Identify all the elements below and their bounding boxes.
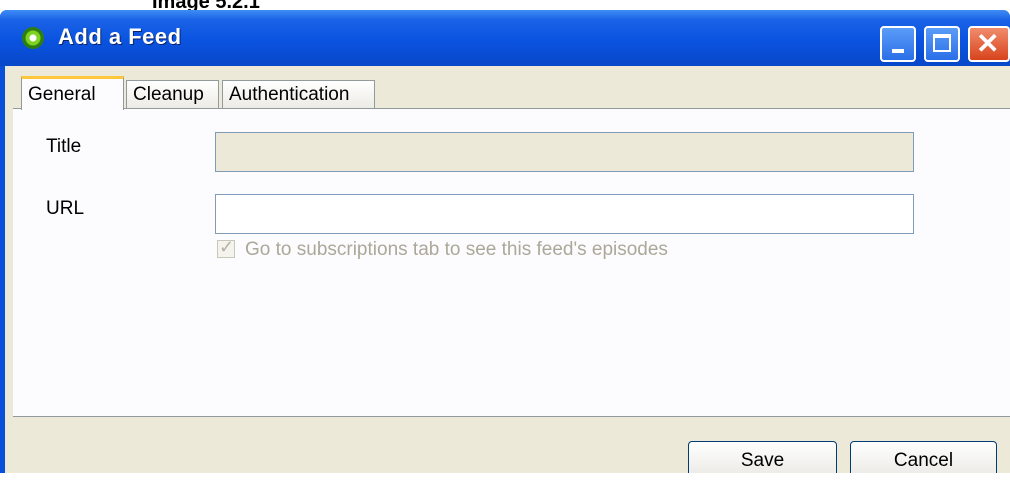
maximize-button[interactable] xyxy=(924,26,960,62)
tab-general[interactable]: General xyxy=(21,76,124,110)
minimize-button[interactable] xyxy=(880,26,916,62)
window-title: Add a Feed xyxy=(58,24,182,49)
checkmark-icon: ✓ xyxy=(219,237,235,257)
subscriptions-checkbox[interactable]: ✓ xyxy=(217,237,235,258)
dialog-body: General Cleanup Authentication Title URL… xyxy=(5,66,1010,473)
url-field[interactable] xyxy=(215,194,914,234)
tab-authentication[interactable]: Authentication xyxy=(222,80,375,108)
maximize-icon xyxy=(933,34,951,52)
close-icon: ✕ xyxy=(976,28,1000,59)
subscriptions-checkbox-label: Go to subscriptions tab to see this feed… xyxy=(245,239,668,260)
minimize-icon xyxy=(892,49,904,53)
general-tab-panel: Title URL ✓ Go to subscriptions tab to s… xyxy=(13,108,1010,417)
title-label: Title xyxy=(46,136,82,157)
title-bar[interactable]: Add a Feed ✕ xyxy=(0,10,1010,66)
save-button[interactable]: Save xyxy=(688,441,837,473)
url-label: URL xyxy=(46,198,85,219)
add-feed-dialog: Add a Feed ✕ General Cleanup Authenticat… xyxy=(0,10,1010,473)
close-button[interactable]: ✕ xyxy=(968,26,1010,62)
app-icon xyxy=(22,27,44,49)
title-field[interactable] xyxy=(215,132,914,172)
tab-cleanup[interactable]: Cleanup xyxy=(126,80,219,108)
cancel-button[interactable]: Cancel xyxy=(850,441,997,473)
